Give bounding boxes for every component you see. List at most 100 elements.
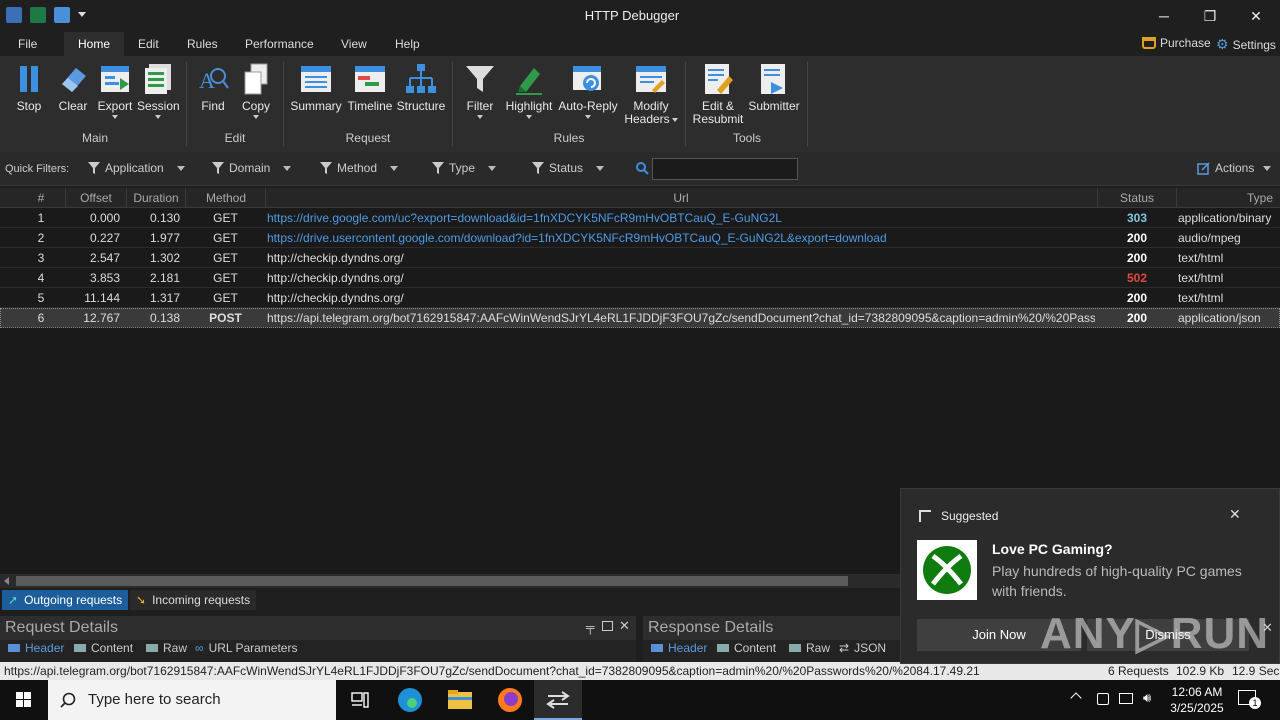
notification-close-button[interactable]: ✕ [1229,506,1241,523]
chevron-down-icon [283,165,292,171]
actions-dropdown[interactable]: Actions [1197,161,1272,175]
network-icon[interactable] [1119,693,1133,704]
structure-button[interactable]: Structure [396,62,446,113]
session-button[interactable]: Session [137,62,180,119]
cell-url[interactable]: https://drive.google.com/uc?export=downl… [267,211,1095,225]
menu-edit[interactable]: Edit [138,37,159,51]
tab-request-header[interactable]: Header [8,641,64,655]
stop-button[interactable]: Stop [10,62,48,113]
quick-search-input[interactable] [652,158,798,180]
menu-view[interactable]: View [341,37,367,51]
tab-incoming-requests[interactable]: ➘ Incoming requests [130,590,257,610]
clock[interactable]: 12:06 AM 3/25/2025 [1166,684,1228,716]
edge-icon[interactable] [386,680,434,720]
table-row[interactable]: 5 11.144 1.317 GET http://checkip.dyndns… [0,288,1280,308]
filter-button[interactable]: Filter [460,62,500,119]
ribbon-separator [807,62,808,146]
highlight-dropdown-icon [526,115,532,119]
session-icon [141,62,175,96]
menu-rules[interactable]: Rules [187,37,218,51]
filter-domain-dropdown[interactable]: Domain [212,161,292,175]
tab-response-content[interactable]: Content [717,641,776,655]
session-label: Session [137,99,180,113]
tab-request-raw[interactable]: Raw [146,641,187,655]
firefox-icon[interactable] [486,680,534,720]
edit-resubmit-button[interactable]: Edit & Resubmit [690,62,746,126]
cell-url[interactable]: https://api.telegram.org/bot7162915847:A… [267,311,1095,325]
json-icon: ⇄ [839,641,850,655]
table-row[interactable]: 4 3.853 2.181 GET http://checkip.dyndns.… [0,268,1280,288]
task-view-icon[interactable] [336,680,384,720]
col-header-status[interactable]: Status [1098,191,1176,205]
file-explorer-icon[interactable] [436,680,484,720]
tab-response-raw[interactable]: Raw [789,641,830,655]
modify-headers-icon [634,62,668,96]
filter-application-dropdown[interactable]: Application [88,161,185,175]
float-icon[interactable] [602,621,613,631]
settings-link[interactable]: ⚙ Settings [1216,36,1276,53]
close-icon[interactable]: ✕ [619,618,630,634]
header-icon [651,644,663,652]
xbox-icon [917,540,977,600]
restore-button[interactable]: ❐ [1187,0,1233,32]
menu-performance[interactable]: Performance [245,37,314,51]
auto-reply-dropdown-icon [585,115,591,119]
settings-label: Settings [1232,37,1276,52]
submitter-button[interactable]: Submitter [746,62,802,113]
windows-start-icon[interactable] [0,680,48,720]
close-button[interactable]: ✕ [1233,0,1279,32]
cell-url[interactable]: http://checkip.dyndns.org/ [267,251,1095,265]
title-bar: HTTP Debugger ─ ❐ ✕ [0,0,1280,32]
purchase-link[interactable]: Purchase [1142,36,1211,50]
minimize-button[interactable]: ─ [1141,0,1187,32]
taskbar-search-box[interactable]: Type here to search [48,680,336,720]
scrollbar-thumb[interactable] [16,576,848,586]
table-row[interactable]: 1 0.000 0.130 GET https://drive.google.c… [0,208,1280,228]
menu-home[interactable]: Home [64,32,125,56]
export-button[interactable]: Export [94,62,136,119]
col-header-duration[interactable]: Duration [127,191,185,205]
modify-headers-button[interactable]: Modify Headers [622,62,680,126]
export-dropdown-icon [112,115,118,119]
notifications-icon[interactable]: 1 [1238,690,1261,709]
timeline-button[interactable]: Timeline [345,62,395,113]
col-header-offset[interactable]: Offset [66,191,126,205]
tab-request-content[interactable]: Content [74,641,133,655]
cell-method: POST [209,311,242,325]
show-hidden-icons-chevron-icon[interactable] [1070,692,1082,704]
table-row[interactable]: 2 0.227 1.977 GET https://drive.usercont… [0,228,1280,248]
menu-file[interactable]: File [18,37,37,51]
table-row[interactable]: 3 2.547 1.302 GET http://checkip.dyndns.… [0,248,1280,268]
filter-method-dropdown[interactable]: Method [320,161,399,175]
menu-help[interactable]: Help [395,37,420,51]
tab-response-header[interactable]: Header [651,641,707,655]
filter-type-dropdown[interactable]: Type [432,161,497,175]
cell-status: 303 [1126,211,1148,225]
tab-url-parameters[interactable]: ∞ URL Parameters [195,641,297,655]
col-header-type[interactable]: Type [1177,191,1273,205]
pin-icon[interactable]: ╤ [586,620,595,634]
http-debugger-taskbar-icon[interactable] [534,680,582,720]
cell-method: GET [213,271,238,285]
drive-icon[interactable] [1097,693,1109,705]
scroll-left-icon[interactable] [4,577,9,585]
highlight-button[interactable]: Highlight [502,62,556,119]
quick-filters-bar: Quick Filters: Application Domain Method… [0,152,1280,186]
summary-button[interactable]: Summary [290,62,342,113]
col-header-method[interactable]: Method [186,191,266,205]
find-button[interactable]: A Find [194,62,232,113]
volume-icon[interactable]: 🔊︎ [1143,690,1151,706]
col-header-url[interactable]: Url [266,191,1096,205]
edit-resubmit-label-2: Resubmit [692,112,744,126]
cell-url[interactable]: http://checkip.dyndns.org/ [267,291,1095,305]
cell-url[interactable]: http://checkip.dyndns.org/ [267,271,1095,285]
tab-outgoing-requests[interactable]: ➚ Outgoing requests [2,590,129,610]
clear-button[interactable]: Clear [52,62,94,113]
cell-type: audio/mpeg [1178,231,1241,245]
filter-status-dropdown[interactable]: Status [532,161,605,175]
auto-reply-button[interactable]: Auto-Reply [557,62,619,119]
cell-url[interactable]: https://drive.usercontent.google.com/dow… [267,231,1095,245]
table-row-selected[interactable]: 6 12.767 0.138 POST https://api.telegram… [0,308,1280,328]
copy-button[interactable]: Copy [237,62,275,119]
tab-response-json[interactable]: ⇄ JSON [839,641,886,655]
